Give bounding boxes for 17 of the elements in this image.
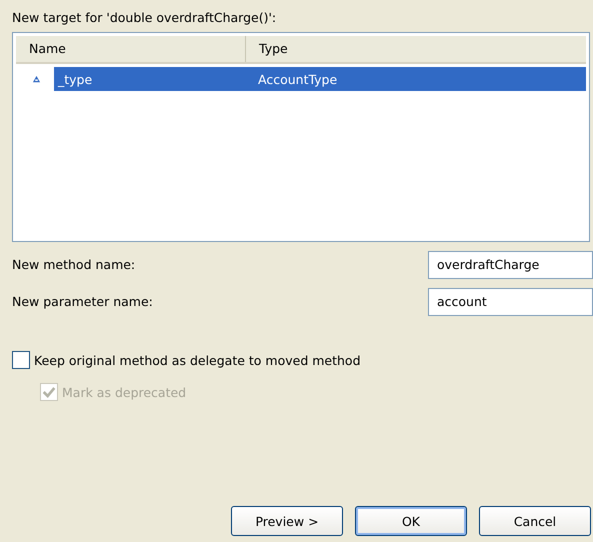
table-row[interactable]: _type AccountType [54, 67, 586, 91]
input-field[interactable]: overdraftCharge [428, 250, 593, 278]
field-icon [32, 74, 41, 84]
type-cell-text: AccountType [257, 72, 338, 86]
dialog-button[interactable]: Cancel [479, 506, 591, 536]
field-label: New parameter name: [12, 294, 153, 309]
dialog-button[interactable]: Preview > [231, 506, 343, 536]
column-header[interactable]: Name [16, 36, 246, 62]
input-field[interactable]: account [428, 288, 593, 316]
dialog-button[interactable]: OK [355, 506, 467, 536]
column-header[interactable]: Type [246, 36, 301, 62]
checkbox[interactable] [12, 351, 30, 369]
dialog-prompt: New target for 'double overdraftCharge()': [12, 10, 278, 27]
name-cell-text: _type [56, 72, 94, 86]
checkbox-label: Mark as deprecated [62, 384, 186, 400]
field-label: New method name: [12, 257, 136, 272]
checkbox-label: Keep original method as delegate to moved method [34, 352, 361, 368]
